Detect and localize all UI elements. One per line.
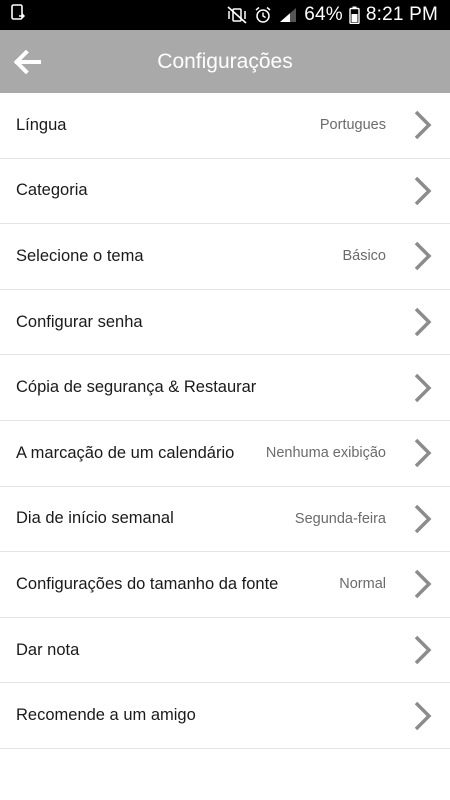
settings-row-theme[interactable]: Selecione o tema Básico — [0, 224, 450, 290]
settings-row-language[interactable]: Língua Portugues — [0, 93, 450, 159]
settings-row-password[interactable]: Configurar senha — [0, 290, 450, 356]
battery-percentage: 64% — [304, 4, 343, 25]
chevron-right-icon — [412, 110, 432, 140]
settings-row-backup-restore[interactable]: Cópia de segurança & Restaurar — [0, 355, 450, 421]
chevron-right-icon — [412, 438, 432, 468]
chevron-right-icon — [412, 635, 432, 665]
row-label: Categoria — [16, 181, 88, 200]
settings-row-rate[interactable]: Dar nota — [0, 618, 450, 684]
row-label: Configurações do tamanho da fonte — [16, 574, 279, 593]
row-label: Recomende a um amigo — [16, 706, 196, 725]
status-right: 64% 8:21 PM — [226, 4, 438, 26]
row-value: Normal — [339, 576, 386, 593]
row-label: A marcação de um calendário — [16, 443, 235, 462]
row-label: Configurar senha — [16, 312, 143, 331]
chevron-right-icon — [412, 504, 432, 534]
row-label: Cópia de segurança & Restaurar — [16, 378, 257, 397]
screen-cast-icon — [10, 3, 26, 27]
settings-row-font-size[interactable]: Configurações do tamanho da fonte Normal — [0, 552, 450, 618]
settings-row-category[interactable]: Categoria — [0, 159, 450, 225]
status-left — [10, 3, 26, 27]
row-label: Selecione o tema — [16, 246, 144, 265]
row-label: Dia de início semanal — [16, 509, 174, 528]
arrow-left-icon — [13, 49, 41, 74]
chevron-right-icon — [412, 569, 432, 599]
row-label: Dar nota — [16, 640, 80, 659]
signal-icon — [278, 6, 298, 24]
settings-row-calendar-marking[interactable]: A marcação de um calendário Nenhuma exib… — [0, 421, 450, 487]
app-bar: Configurações — [0, 30, 450, 93]
row-value: Portugues — [319, 117, 386, 134]
back-button[interactable] — [12, 47, 42, 77]
chevron-right-icon — [412, 373, 432, 403]
chevron-right-icon — [412, 176, 432, 206]
row-label: Língua — [16, 115, 67, 134]
row-value: Nenhuma exibição — [265, 445, 386, 462]
row-value: Básico — [342, 248, 386, 265]
chevron-right-icon — [412, 307, 432, 337]
settings-row-recommend[interactable]: Recomende a um amigo — [0, 683, 450, 749]
chevron-right-icon — [412, 241, 432, 271]
clock: 8:21 PM — [365, 4, 438, 25]
battery-icon — [349, 6, 360, 24]
settings-row-week-start[interactable]: Dia de início semanal Segunda-feira — [0, 487, 450, 553]
settings-list: Língua Portugues Categoria Selecione o t… — [0, 93, 450, 749]
row-value: Segunda-feira — [294, 510, 386, 527]
status-bar: 64% 8:21 PM — [0, 0, 450, 30]
mute-vibrate-icon — [226, 6, 248, 24]
page-title: Configurações — [157, 49, 293, 73]
alarm-icon — [254, 6, 272, 24]
chevron-right-icon — [412, 701, 432, 731]
